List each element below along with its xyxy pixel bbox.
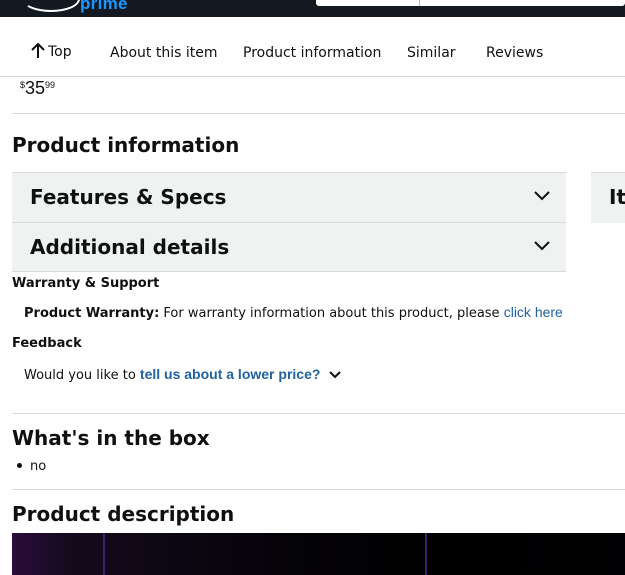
feedback-row: Would you like to tell us about a lower … <box>24 366 341 383</box>
nav-top-label: Top <box>48 44 72 60</box>
product-information-heading: Product information <box>12 133 240 157</box>
product-description-image <box>12 533 625 575</box>
item-details-card[interactable]: Item details <box>591 172 625 223</box>
accordion-features-specs[interactable]: Features & Specs <box>12 172 566 222</box>
warranty-support-heading: Warranty & Support <box>12 276 160 291</box>
section-divider <box>12 113 625 114</box>
nav-top-link[interactable]: Top <box>31 42 72 60</box>
nav-product-information-link[interactable]: Product information <box>243 45 381 61</box>
search-divider <box>419 0 420 6</box>
item-details-title: Item details <box>609 185 625 209</box>
banner-light-line <box>425 533 427 575</box>
product-description-heading: Product description <box>12 502 235 526</box>
chevron-down-icon <box>534 191 550 201</box>
site-header: prime <box>0 0 625 17</box>
price-whole: 35 <box>25 78 46 98</box>
feedback-heading: Feedback <box>12 336 82 351</box>
warranty-row: Product Warranty: For warranty informati… <box>24 304 563 321</box>
accordion-additional-details[interactable]: Additional details <box>12 222 566 272</box>
price-symbol: $ <box>20 80 26 90</box>
lower-price-link[interactable]: tell us about a lower price? <box>140 366 320 382</box>
feedback-text: Would you like to <box>24 368 136 383</box>
accordion-title: Additional details <box>30 235 230 259</box>
product-section-nav: Top About this item Product information … <box>0 17 625 77</box>
warranty-label: Product Warranty: <box>24 306 160 321</box>
arrow-up-icon <box>31 42 45 58</box>
warranty-click-here-link[interactable]: click here <box>504 304 563 320</box>
accordion-bottom-border <box>12 271 566 272</box>
accordion-title: Features & Specs <box>30 185 227 209</box>
bullet-icon <box>17 463 22 468</box>
prime-logo[interactable]: prime <box>80 0 128 14</box>
product-price: $3599 <box>20 78 55 99</box>
nav-about-link[interactable]: About this item <box>110 45 217 61</box>
whats-in-box-heading: What's in the box <box>12 426 210 450</box>
nav-reviews-link[interactable]: Reviews <box>486 45 543 61</box>
search-input[interactable] <box>316 0 625 6</box>
nav-similar-link[interactable]: Similar <box>407 45 456 61</box>
warranty-text: For warranty information about this prod… <box>163 306 500 321</box>
section-divider <box>12 413 625 414</box>
section-divider <box>12 489 625 490</box>
amazon-smile-logo-icon[interactable] <box>22 0 80 12</box>
whats-in-box-list: no <box>17 459 46 474</box>
list-item: no <box>17 459 46 474</box>
chevron-down-icon[interactable] <box>328 371 341 379</box>
banner-light-line <box>103 533 105 575</box>
price-fraction: 99 <box>45 80 56 90</box>
list-item-text: no <box>30 459 47 474</box>
chevron-down-icon <box>534 241 550 251</box>
